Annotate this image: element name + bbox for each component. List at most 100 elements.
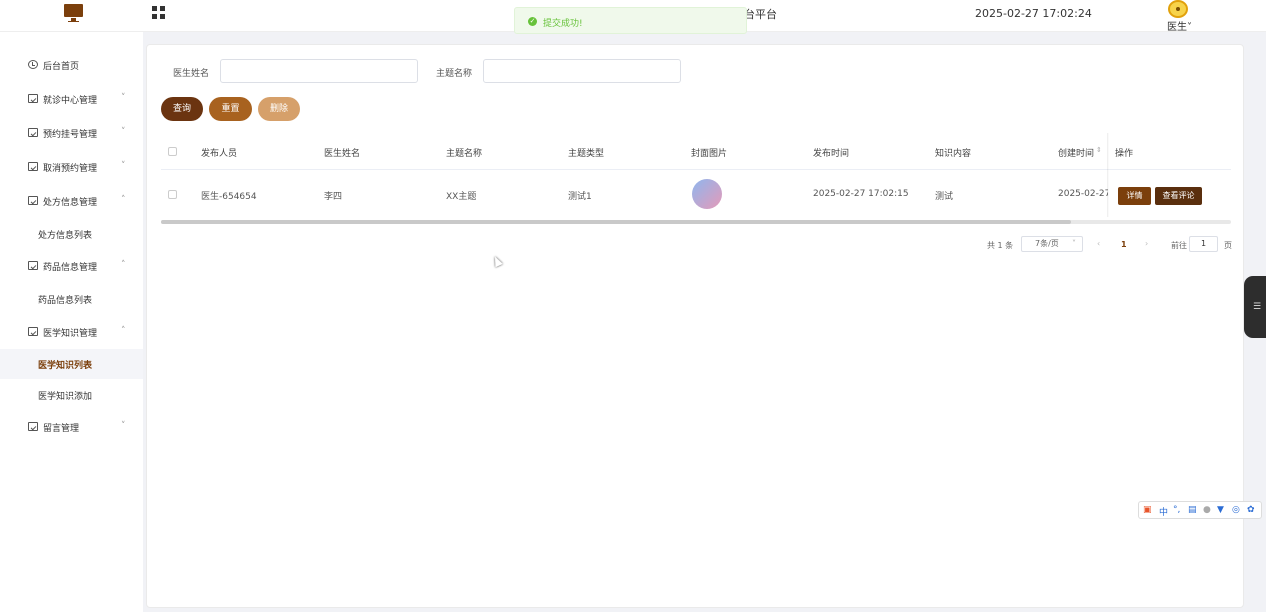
- ime-user-icon[interactable]: ●: [1203, 505, 1211, 515]
- current-datetime: 2025-02-27 17:02:24: [975, 7, 1092, 20]
- row-checkbox[interactable]: [168, 190, 177, 199]
- column-header-topic: 主题名称: [446, 149, 483, 159]
- sidebar-item-knowledge[interactable]: 医学知识管理 ˄: [0, 320, 143, 344]
- sidebar-item-label: 药品信息管理: [43, 263, 98, 273]
- sidebar-item-label: 处方信息管理: [43, 198, 98, 208]
- next-page-icon[interactable]: ›: [1145, 239, 1148, 248]
- chevron-down-icon: ˅: [121, 421, 126, 431]
- column-header-publish-time: 发布时间: [813, 149, 850, 159]
- delete-button[interactable]: 删除: [258, 97, 300, 121]
- cell-publish-time: 2025-02-27 17:02:15: [813, 189, 909, 199]
- sidebar-item-messages[interactable]: 留言管理 ˅: [0, 415, 143, 439]
- chart-icon: [28, 422, 38, 431]
- fixed-column-shadow: [1107, 133, 1109, 217]
- goto-label: 前往: [1171, 241, 1187, 250]
- sidebar-item-label: 药品信息列表: [38, 296, 93, 306]
- page-size-value: 7条/页: [1035, 239, 1059, 248]
- cell-publisher: 医生-654654: [201, 192, 257, 202]
- horizontal-scrollbar[interactable]: [161, 220, 1231, 224]
- chevron-down-icon: ˅: [121, 127, 126, 137]
- scrollbar-thumb[interactable]: [161, 220, 1071, 224]
- chart-icon: [28, 162, 38, 171]
- avatar[interactable]: [1168, 0, 1188, 18]
- sidebar-item-medicine-list[interactable]: 药品信息列表: [0, 284, 143, 314]
- chevron-up-icon: ˄: [121, 195, 126, 205]
- chart-icon: [28, 128, 38, 137]
- chart-icon: [28, 94, 38, 103]
- sidebar-item-knowledge-add[interactable]: 医学知识添加: [0, 380, 143, 410]
- cell-type: 测试1: [568, 192, 592, 202]
- sidebar-item-label: 处方信息列表: [38, 231, 93, 241]
- ime-chinese-mode-icon[interactable]: 中: [1159, 505, 1168, 518]
- column-header-content: 知识内容: [935, 149, 972, 159]
- main-panel: 医生姓名 主题名称 查询 重置 删除 发布人员 医生姓名 主题名称 主题类型 封…: [146, 44, 1244, 608]
- sidebar-item-prescription[interactable]: 处方信息管理 ˄: [0, 189, 143, 213]
- chart-icon: [28, 261, 38, 270]
- topic-name-input[interactable]: [483, 59, 681, 83]
- pagination-total: 共 1 条: [987, 241, 1014, 250]
- query-button[interactable]: 查询: [161, 97, 203, 121]
- sidebar: 后台首页 就诊中心管理 ˅ 预约挂号管理 ˅ 取消预约管理 ˅ 处方信息管理 ˄…: [0, 32, 143, 612]
- sort-icon[interactable]: ⇕: [1096, 146, 1102, 154]
- chevron-down-icon: ˅: [1072, 239, 1076, 248]
- page-suffix: 页: [1224, 241, 1232, 250]
- check-circle-icon: ✓: [528, 17, 537, 26]
- detail-button[interactable]: 详情: [1118, 187, 1151, 205]
- toast-message: 提交成功!: [543, 19, 583, 29]
- sidebar-item-home[interactable]: 后台首页: [0, 53, 143, 77]
- sidebar-item-label: 后台首页: [43, 62, 80, 72]
- sidebar-item-cancel-appointment[interactable]: 取消预约管理 ˅: [0, 155, 143, 179]
- menu-lines-icon: ☰: [1253, 302, 1262, 312]
- success-toast: ✓ 提交成功!: [514, 7, 747, 34]
- sidebar-item-label: 就诊中心管理: [43, 96, 98, 106]
- ime-toolbox-icon[interactable]: ◎: [1232, 505, 1240, 515]
- sidebar-item-knowledge-list[interactable]: 医学知识列表: [0, 349, 143, 379]
- ime-logo-icon: ▣: [1143, 505, 1152, 515]
- cell-doctor: 李四: [324, 192, 343, 202]
- platform-title: 台平台: [744, 8, 777, 21]
- chevron-up-icon: ˄: [121, 260, 126, 270]
- column-header-created[interactable]: 创建时间: [1058, 146, 1094, 159]
- chevron-up-icon: ˄: [121, 326, 126, 336]
- header-divider: [161, 169, 1231, 170]
- sidebar-item-appointment[interactable]: 预约挂号管理 ˅: [0, 121, 143, 145]
- monitor-logo-icon: [64, 4, 83, 22]
- cell-created: 2025-02-27 1: [1058, 189, 1108, 199]
- ime-punctuation-icon[interactable]: °,: [1173, 505, 1180, 515]
- ime-toolbar[interactable]: ▣ 中 °, ▤ ● ▼ ◎ ✿: [1138, 501, 1262, 519]
- chevron-down-icon: ˅: [121, 93, 126, 103]
- chart-icon: [28, 327, 38, 336]
- chart-icon: [28, 196, 38, 205]
- sidebar-item-label: 取消预约管理: [43, 164, 98, 174]
- ime-keyboard-icon[interactable]: ▤: [1188, 505, 1197, 515]
- page-size-select[interactable]: 7条/页 ˅: [1021, 236, 1083, 252]
- sidebar-item-label: 医学知识添加: [38, 392, 93, 402]
- sidebar-item-visit-center[interactable]: 就诊中心管理 ˅: [0, 87, 143, 111]
- ime-settings-icon[interactable]: ✿: [1247, 505, 1255, 515]
- column-header-publisher: 发布人员: [201, 149, 238, 159]
- view-comments-button[interactable]: 查看评论: [1155, 187, 1202, 205]
- cell-content: 测试: [935, 192, 954, 202]
- user-role-label[interactable]: 医生˅: [1167, 18, 1192, 33]
- sidebar-item-label: 医学知识列表: [38, 361, 93, 371]
- goto-page-input[interactable]: 1: [1189, 236, 1218, 252]
- chevron-down-icon: ˅: [121, 161, 126, 171]
- ime-skin-icon[interactable]: ▼: [1217, 505, 1224, 515]
- sidebar-item-label: 留言管理: [43, 424, 80, 434]
- sidebar-item-prescription-list[interactable]: 处方信息列表: [0, 219, 143, 249]
- cell-topic: XX主题: [446, 192, 477, 202]
- side-drawer-tab[interactable]: ☰: [1244, 276, 1266, 338]
- column-header-cover: 封面图片: [691, 149, 728, 159]
- reset-button[interactable]: 重置: [209, 97, 252, 121]
- sidebar-item-label: 医学知识管理: [43, 329, 98, 339]
- sidebar-item-label: 预约挂号管理: [43, 130, 98, 140]
- cover-image[interactable]: [692, 179, 722, 209]
- menu-grid-icon[interactable]: [152, 6, 165, 19]
- doctor-name-label: 医生姓名: [173, 69, 210, 79]
- page-number-current[interactable]: 1: [1121, 240, 1127, 249]
- user-menu[interactable]: 医生˅: [1164, 0, 1194, 33]
- doctor-name-input[interactable]: [220, 59, 418, 83]
- sidebar-item-medicine[interactable]: 药品信息管理 ˄: [0, 254, 143, 278]
- select-all-checkbox[interactable]: [168, 147, 177, 156]
- prev-page-icon[interactable]: ‹: [1097, 239, 1100, 248]
